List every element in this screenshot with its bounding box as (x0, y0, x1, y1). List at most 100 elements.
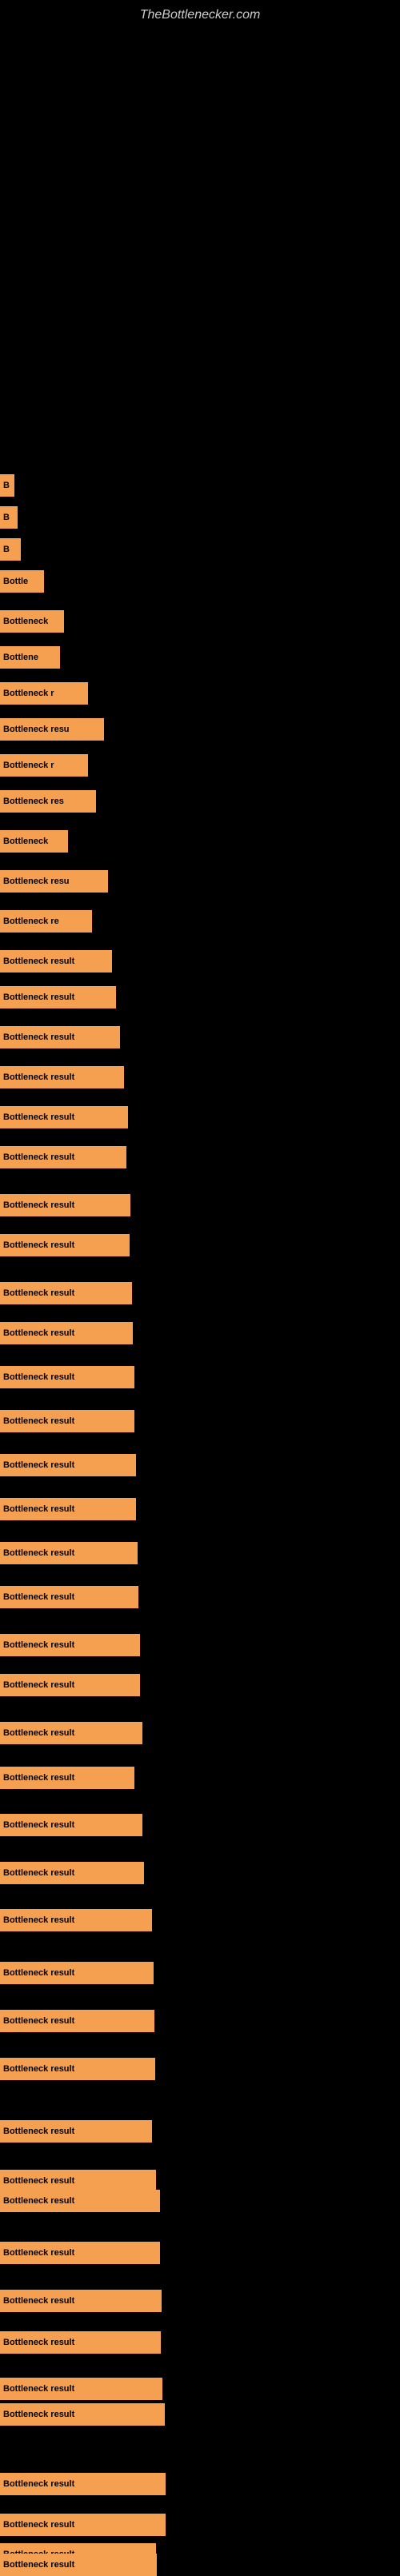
bar-label: Bottleneck result (3, 2016, 74, 2026)
bar-item: Bottleneck res (0, 790, 96, 813)
bar-item: B (0, 474, 14, 497)
bar-item: Bottleneck r (0, 682, 88, 705)
bar-fill: Bottleneck result (0, 1862, 144, 1884)
bar-fill: Bottleneck result (0, 1634, 140, 1656)
bar-fill: Bottleneck result (0, 950, 112, 972)
bar-fill: Bottleneck result (0, 1410, 134, 1432)
bar-item: Bottleneck result (0, 2190, 160, 2212)
bar-label: Bottleneck result (3, 2410, 74, 2419)
bar-item: Bottleneck result (0, 1194, 130, 1216)
bar-item: Bottleneck result (0, 1454, 136, 1476)
bar-label: Bottleneck result (3, 1640, 74, 1650)
bar-item: Bottleneck result (0, 1909, 152, 1931)
bar-item: Bottleneck result (0, 1674, 140, 1696)
bar-item: Bottleneck result (0, 1282, 132, 1304)
bar-label: Bottleneck result (3, 1592, 74, 1602)
bar-fill: Bottlene (0, 646, 60, 669)
site-title: TheBottlenecker.com (0, 0, 400, 26)
bar-label: Bottleneck resu (3, 725, 70, 734)
bar-label: Bottleneck result (3, 1200, 74, 1210)
bar-fill: Bottleneck result (0, 986, 116, 1008)
bar-fill: B (0, 506, 18, 529)
bar-item: Bottleneck re (0, 910, 92, 933)
bar-item: Bottleneck result (0, 1066, 124, 1088)
bar-label: Bottleneck (3, 617, 48, 626)
bar-item: Bottleneck result (0, 2331, 161, 2354)
bar-label: B (3, 513, 10, 522)
bar-label: Bottleneck result (3, 1032, 74, 1042)
bar-fill: Bottleneck re (0, 910, 92, 933)
bar-item: Bottleneck result (0, 1586, 138, 1608)
bar-label: Bottleneck result (3, 1416, 74, 1426)
bar-item: Bottleneck result (0, 2514, 166, 2536)
bar-fill: Bottleneck resu (0, 870, 108, 893)
bar-item: Bottleneck result (0, 2378, 162, 2400)
bar-item: B (0, 506, 18, 529)
bar-label: Bottleneck result (3, 1548, 74, 1558)
bar-item: Bottleneck result (0, 1814, 142, 1836)
bar-item: Bottleneck result (0, 2010, 154, 2032)
bar-label: Bottleneck result (3, 1820, 74, 1830)
bar-label: Bottleneck result (3, 1112, 74, 1122)
bar-item: Bottleneck result (0, 1722, 142, 1744)
bar-item: Bottleneck result (0, 1106, 128, 1128)
bar-fill: Bottleneck resu (0, 718, 104, 741)
bar-fill: Bottleneck res (0, 790, 96, 813)
bar-fill: Bottleneck result (0, 2473, 166, 2495)
bar-label: Bottle (3, 577, 28, 586)
bar-label: Bottleneck result (3, 1240, 74, 1250)
bar-label: Bottleneck result (3, 992, 74, 1002)
bar-item: Bottleneck result (0, 1542, 138, 1564)
bar-fill: Bottleneck result (0, 1454, 136, 1476)
bar-label: B (3, 481, 10, 490)
bar-label: Bottleneck result (3, 2296, 74, 2306)
bar-label: Bottleneck result (3, 2064, 74, 2074)
bar-label: Bottleneck result (3, 2176, 74, 2186)
bar-label: Bottleneck result (3, 1680, 74, 1690)
bar-item: Bottleneck result (0, 950, 112, 972)
bar-label: Bottleneck result (3, 1072, 74, 1082)
bar-label: Bottleneck result (3, 1504, 74, 1514)
bar-label: Bottleneck result (3, 2338, 74, 2347)
bar-item: Bottlene (0, 646, 60, 669)
bar-fill: Bottleneck result (0, 1498, 136, 1520)
bar-fill: Bottleneck result (0, 1767, 134, 1789)
bar-label: Bottleneck result (3, 2479, 74, 2489)
bar-label: Bottleneck result (3, 1328, 74, 1338)
bar-item: Bottleneck result (0, 2403, 165, 2426)
bar-fill: Bottleneck result (0, 1282, 132, 1304)
bar-fill: Bottleneck result (0, 1322, 133, 1344)
bar-item: Bottleneck result (0, 1322, 133, 1344)
bar-fill: Bottleneck result (0, 2554, 157, 2576)
bar-item: Bottleneck result (0, 1862, 144, 1884)
bar-fill: Bottleneck result (0, 1814, 142, 1836)
bar-fill: Bottleneck result (0, 1542, 138, 1564)
bar-label: Bottleneck result (3, 1152, 74, 1162)
bar-fill: Bottleneck result (0, 1194, 130, 1216)
bar-fill: Bottleneck result (0, 1066, 124, 1088)
bar-fill: Bottleneck result (0, 1674, 140, 1696)
bar-fill: Bottleneck result (0, 2290, 162, 2312)
bar-fill: Bottleneck result (0, 1909, 152, 1931)
bar-fill: Bottleneck result (0, 2190, 160, 2212)
bar-fill: Bottle (0, 570, 44, 593)
bar-label: Bottleneck result (3, 1868, 74, 1878)
bar-item: Bottleneck result (0, 2120, 152, 2143)
bar-fill: Bottleneck result (0, 2170, 156, 2192)
bar-fill: B (0, 538, 21, 561)
bar-label: Bottleneck res (3, 797, 64, 806)
bar-label: Bottleneck result (3, 1915, 74, 1925)
bar-item: Bottleneck result (0, 1634, 140, 1656)
bar-fill: Bottleneck result (0, 2403, 165, 2426)
bar-item: Bottleneck result (0, 986, 116, 1008)
bar-label: Bottleneck result (3, 1460, 74, 1470)
bar-fill: Bottleneck result (0, 1026, 120, 1048)
bar-item: Bottleneck result (0, 1146, 126, 1168)
bar-label: Bottleneck resu (3, 877, 70, 886)
bar-label: B (3, 545, 10, 554)
bar-item: Bottle (0, 570, 44, 593)
bar-label: Bottleneck result (3, 1773, 74, 1783)
bar-fill: Bottleneck result (0, 2514, 166, 2536)
bar-label: Bottleneck re (3, 917, 59, 926)
bar-item: Bottleneck result (0, 2290, 162, 2312)
